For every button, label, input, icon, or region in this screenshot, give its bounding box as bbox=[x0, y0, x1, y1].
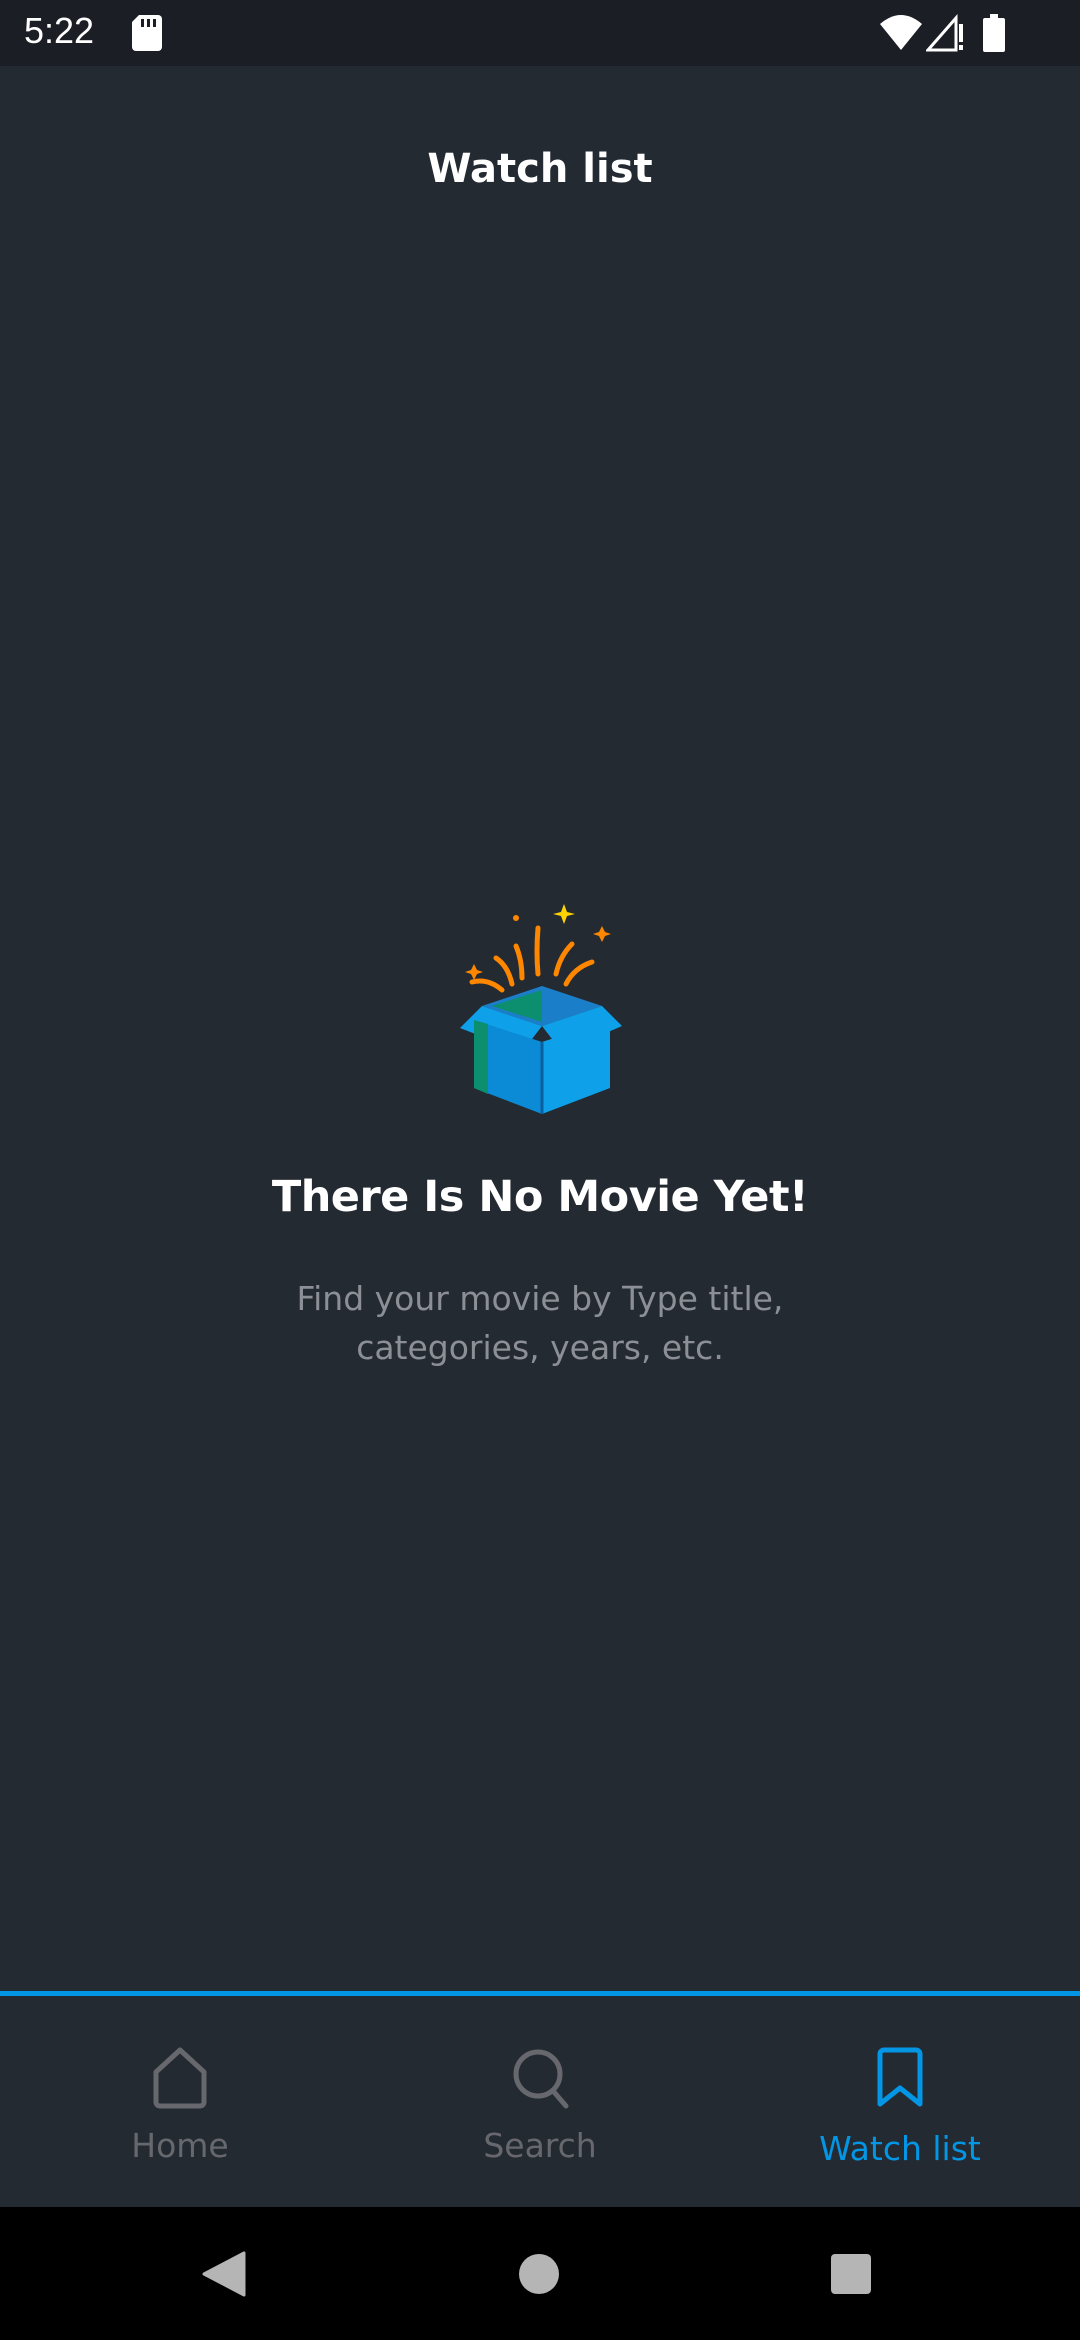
recents-icon[interactable] bbox=[830, 2253, 872, 2295]
nav-item-search[interactable]: Search bbox=[360, 1996, 720, 2212]
bookmark-icon bbox=[877, 2047, 923, 2107]
status-time: 5:22 bbox=[24, 10, 95, 51]
back-icon[interactable] bbox=[202, 2251, 246, 2297]
system-nav-bar bbox=[0, 2207, 1080, 2340]
nav-label-home: Home bbox=[131, 2126, 229, 2165]
watchlist-screen: 5:22 Watch list There Is No Movie Yet! F… bbox=[0, 0, 1080, 2340]
sd-card-icon bbox=[132, 15, 162, 51]
nav-label-watchlist: Watch list bbox=[819, 2129, 981, 2168]
empty-state-subtitle: Find your movie by Type title, categorie… bbox=[296, 1279, 784, 1367]
signal-icon bbox=[926, 14, 963, 52]
search-icon bbox=[513, 2049, 569, 2109]
empty-state-title: There Is No Movie Yet! bbox=[271, 1172, 809, 1222]
battery-icon bbox=[983, 14, 1005, 52]
page-title: Watch list bbox=[427, 146, 653, 192]
status-bar: 5:22 bbox=[0, 0, 1080, 66]
wifi-icon bbox=[880, 15, 922, 50]
nav-label-search: Search bbox=[483, 2126, 597, 2165]
bottom-nav: Home Search Watch list bbox=[0, 1991, 1080, 2212]
nav-item-watchlist[interactable]: Watch list bbox=[720, 1996, 1080, 2212]
nav-item-home[interactable]: Home bbox=[0, 1996, 360, 2212]
open-box-icon bbox=[460, 904, 622, 1114]
home-icon bbox=[153, 2047, 207, 2109]
home-circle-icon[interactable] bbox=[518, 2253, 560, 2295]
